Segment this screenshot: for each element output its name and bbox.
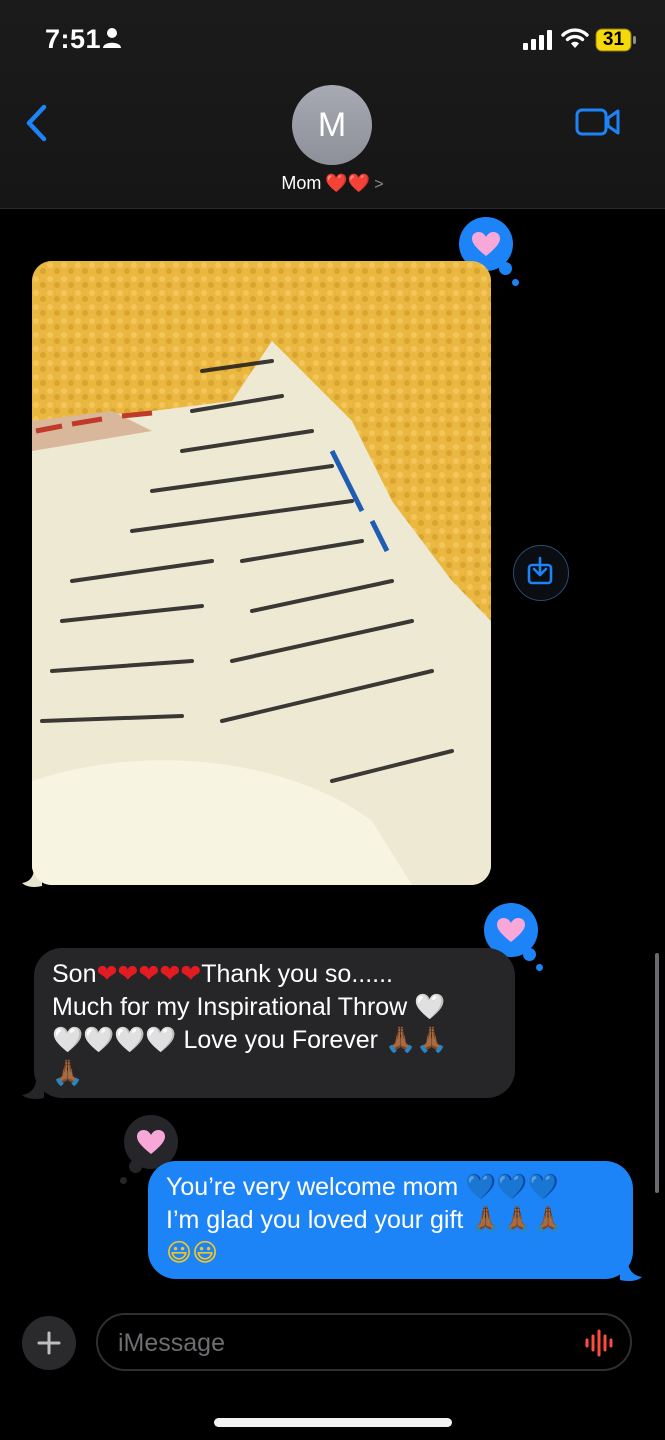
outgoing-line-3: 😃😃	[166, 1237, 615, 1270]
incoming-text: Love you Forever	[183, 1026, 379, 1054]
incoming-text: Much for my Inspirational Throw	[52, 993, 408, 1021]
status-time: 7:51	[45, 24, 102, 54]
wifi-icon	[561, 28, 589, 48]
apps-plus-button[interactable]	[22, 1316, 76, 1370]
incoming-line-2: Much for my Inspirational Throw 🤍	[52, 991, 497, 1024]
praying-hands: 🙏🏾🙏🏾	[384, 1026, 448, 1054]
blanket-photo-image	[32, 261, 491, 885]
contact-hearts: ❤️❤️	[325, 173, 371, 193]
incoming-line-3: 🤍🤍🤍🤍 Love you Forever 🙏🏾🙏🏾	[52, 1024, 497, 1057]
battery-icon: 31	[595, 28, 637, 52]
outgoing-message-bubble[interactable]: You’re very welcome mom 💙💙💙 I’m glad you…	[148, 1161, 633, 1279]
avatar-initial: M	[317, 105, 347, 144]
pink-heart-icon	[472, 232, 500, 256]
message-input[interactable]: iMessage	[96, 1313, 632, 1371]
outgoing-line-2: I’m glad you loved your gift 🙏🏾🙏🏾🙏🏾	[166, 1204, 615, 1237]
video-call-icon[interactable]	[575, 106, 621, 138]
blue-hearts: 💙💙💙	[465, 1173, 559, 1201]
incoming-line-4: 🙏🏾	[52, 1057, 497, 1090]
plus-icon	[37, 1331, 61, 1355]
cellular-signal-icon	[523, 30, 552, 50]
home-indicator[interactable]	[214, 1418, 452, 1427]
battery-percent: 31	[602, 29, 625, 50]
contact-name-button[interactable]: Mom ❤️❤️ >	[0, 173, 665, 194]
tapback-tail-dot	[129, 1160, 142, 1173]
scrollbar[interactable]	[655, 953, 659, 1193]
incoming-text: Thank you so......	[201, 960, 393, 988]
person-icon	[103, 28, 121, 48]
outgoing-line-1: You’re very welcome mom 💙💙💙	[166, 1171, 615, 1204]
incoming-message-bubble[interactable]: Son❤❤❤❤❤Thank you so...... Much for my I…	[34, 948, 515, 1098]
outgoing-text: I’m glad you loved your gift	[166, 1206, 464, 1234]
white-hearts: 🤍🤍🤍🤍	[52, 1026, 177, 1054]
pink-heart-icon	[137, 1130, 165, 1154]
save-photo-button[interactable]	[513, 545, 569, 601]
photo-attachment[interactable]	[32, 261, 491, 885]
tapback-tail-dot-small	[536, 964, 543, 971]
red-hearts: ❤❤❤❤❤	[96, 960, 202, 988]
chevron-right-icon: >	[374, 176, 384, 193]
incoming-text: Son	[52, 960, 97, 988]
back-chevron-icon[interactable]	[22, 104, 52, 142]
tapback-tail-dot-small	[512, 279, 519, 286]
white-heart: 🤍	[414, 993, 446, 1021]
contact-avatar[interactable]: M	[292, 85, 372, 165]
praying-hands: 🙏🏾🙏🏾🙏🏾	[470, 1206, 564, 1234]
tapback-tail-dot-small	[120, 1177, 127, 1184]
tapback-tail-dot	[499, 262, 512, 275]
pink-heart-icon	[497, 918, 525, 942]
praying-hands: 🙏🏾	[52, 1059, 84, 1087]
download-icon	[527, 556, 553, 585]
outgoing-text: You’re very welcome mom	[166, 1173, 459, 1201]
tapback-tail-dot	[523, 948, 536, 961]
contact-name: Mom	[281, 173, 322, 193]
message-placeholder: iMessage	[118, 1329, 225, 1357]
incoming-line-1: Son❤❤❤❤❤Thank you so......	[52, 958, 497, 991]
conversation-header: 7:51 31 M Mom ❤️❤️ >	[0, 0, 665, 209]
smiley-emojis: 😃😃	[166, 1239, 219, 1267]
audio-waveform-icon[interactable]	[584, 1329, 616, 1357]
